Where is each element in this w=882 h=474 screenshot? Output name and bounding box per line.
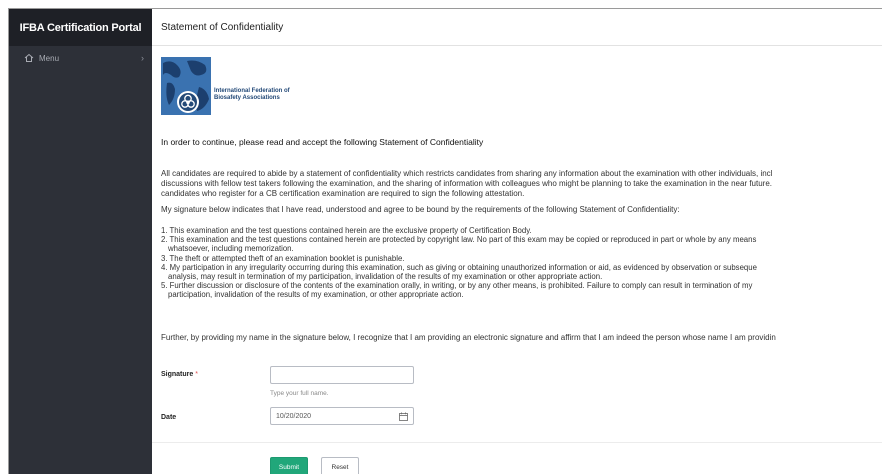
logo-text: International Federation of Biosafety As… — [214, 88, 290, 101]
signature-input[interactable] — [270, 366, 414, 384]
chevron-right-icon: › — [141, 53, 144, 63]
main-panel: Statement of Confidentiality Internation… — [152, 9, 882, 474]
submit-button[interactable]: Submit — [270, 457, 308, 474]
list-item: 1. This examination and the test questio… — [161, 226, 532, 235]
ifba-logo: International Federation of Biosafety As… — [161, 57, 301, 117]
calendar-icon[interactable] — [399, 412, 408, 421]
date-value: 10/20/2020 — [276, 412, 312, 420]
home-icon — [24, 53, 34, 63]
form-divider — [152, 442, 882, 443]
sidebar-item-menu[interactable]: Menu › — [9, 47, 152, 69]
list-item: 5. Further discussion or disclosure of t… — [161, 281, 753, 300]
list-item: 2. This examination and the test questio… — [161, 235, 757, 254]
date-label: Date — [161, 414, 177, 421]
confidentiality-paragraph: All candidates are required to abide by … — [161, 169, 773, 198]
list-item: 4. My participation in any irregularity … — [161, 262, 757, 282]
signature-help-text: Type your full name. — [270, 390, 329, 397]
list-item: 3. The theft or attempted theft of an ex… — [161, 253, 405, 263]
sidebar-item-label: Menu — [39, 53, 60, 63]
sidebar-brand[interactable]: IFBA Certification Portal — [9, 9, 152, 46]
page-title: Statement of Confidentiality — [161, 21, 284, 33]
date-input[interactable]: 10/20/2020 — [270, 407, 414, 425]
globe-biohazard-icon — [161, 57, 211, 115]
signature-label: Signature * — [161, 371, 198, 378]
sidebar: IFBA Certification Portal Menu › — [9, 9, 152, 474]
required-marker: * — [195, 371, 198, 378]
section-heading: In order to continue, please read and ac… — [161, 137, 484, 147]
signature-intro-paragraph: My signature below indicates that I have… — [161, 205, 680, 214]
reset-button[interactable]: Reset — [321, 457, 359, 474]
app-window: IFBA Certification Portal Menu › Stateme… — [8, 8, 882, 474]
confidentiality-list: 1. This examination and the test questio… — [161, 226, 757, 300]
page-header: Statement of Confidentiality — [152, 9, 882, 46]
electronic-signature-paragraph: Further, by providing my name in the sig… — [161, 333, 776, 342]
